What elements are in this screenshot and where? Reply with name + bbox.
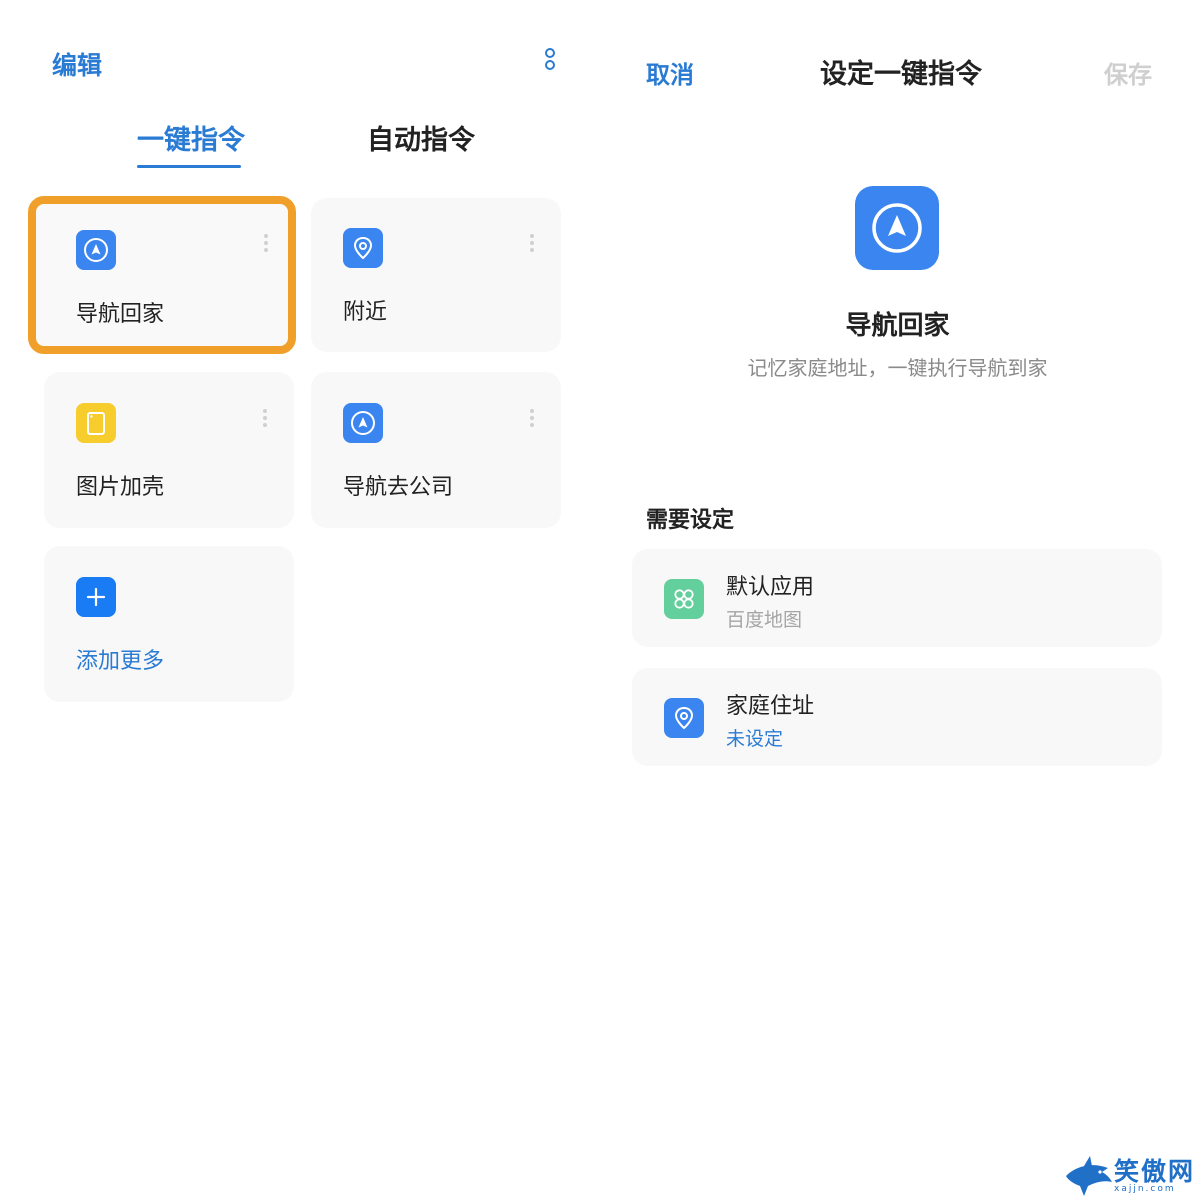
phone-frame-icon [76, 403, 116, 443]
save-button[interactable]: 保存 [1104, 55, 1152, 90]
active-tab-indicator [137, 165, 241, 168]
add-more-card[interactable]: 添加更多 [44, 546, 294, 702]
command-card-label: 图片加壳 [76, 475, 165, 500]
navigation-icon [76, 230, 116, 270]
more-options-icon[interactable] [541, 48, 557, 78]
location-pin-icon [343, 228, 383, 268]
add-more-label: 添加更多 [76, 649, 165, 674]
card-more-icon[interactable] [530, 234, 534, 252]
watermark-text: 笑傲网 [1114, 1157, 1196, 1186]
navigation-icon [855, 186, 939, 270]
watermark-url: xajjn.com [1114, 1184, 1176, 1194]
watermark: 笑傲网 xajjn.com [1062, 1152, 1196, 1196]
plus-icon [76, 577, 116, 617]
setting-home-address[interactable]: 家庭住址 未设定 [632, 668, 1162, 766]
card-more-icon[interactable] [264, 234, 268, 252]
setting-title: 默认应用 [726, 575, 815, 600]
cancel-button[interactable]: 取消 [646, 55, 694, 90]
apps-icon [664, 579, 704, 619]
card-more-icon[interactable] [530, 409, 534, 427]
location-pin-icon [664, 698, 704, 738]
setting-value: 百度地图 [726, 609, 803, 631]
command-card-navigate-office[interactable]: 导航去公司 [311, 372, 561, 528]
command-description: 记忆家庭地址，一键执行导航到家 [747, 356, 1048, 380]
section-label: 需要设定 [646, 508, 735, 533]
card-more-icon[interactable] [263, 409, 267, 427]
tab-one-click-commands[interactable]: 一键指令 [137, 118, 245, 157]
setting-default-app[interactable]: 默认应用 百度地图 [632, 549, 1162, 647]
navigation-icon [343, 403, 383, 443]
shark-logo-icon [1066, 1156, 1112, 1196]
setting-title: 家庭住址 [726, 694, 815, 719]
tab-auto-commands[interactable]: 自动指令 [367, 118, 475, 157]
page-title: 设定一键指令 [820, 59, 982, 90]
command-name: 导航回家 [845, 311, 950, 341]
setting-value-link[interactable]: 未设定 [726, 724, 783, 751]
command-card-phone-frame[interactable]: 图片加壳 [44, 372, 294, 528]
edit-button[interactable]: 编辑 [52, 46, 102, 82]
command-card-label: 导航去公司 [343, 475, 454, 500]
